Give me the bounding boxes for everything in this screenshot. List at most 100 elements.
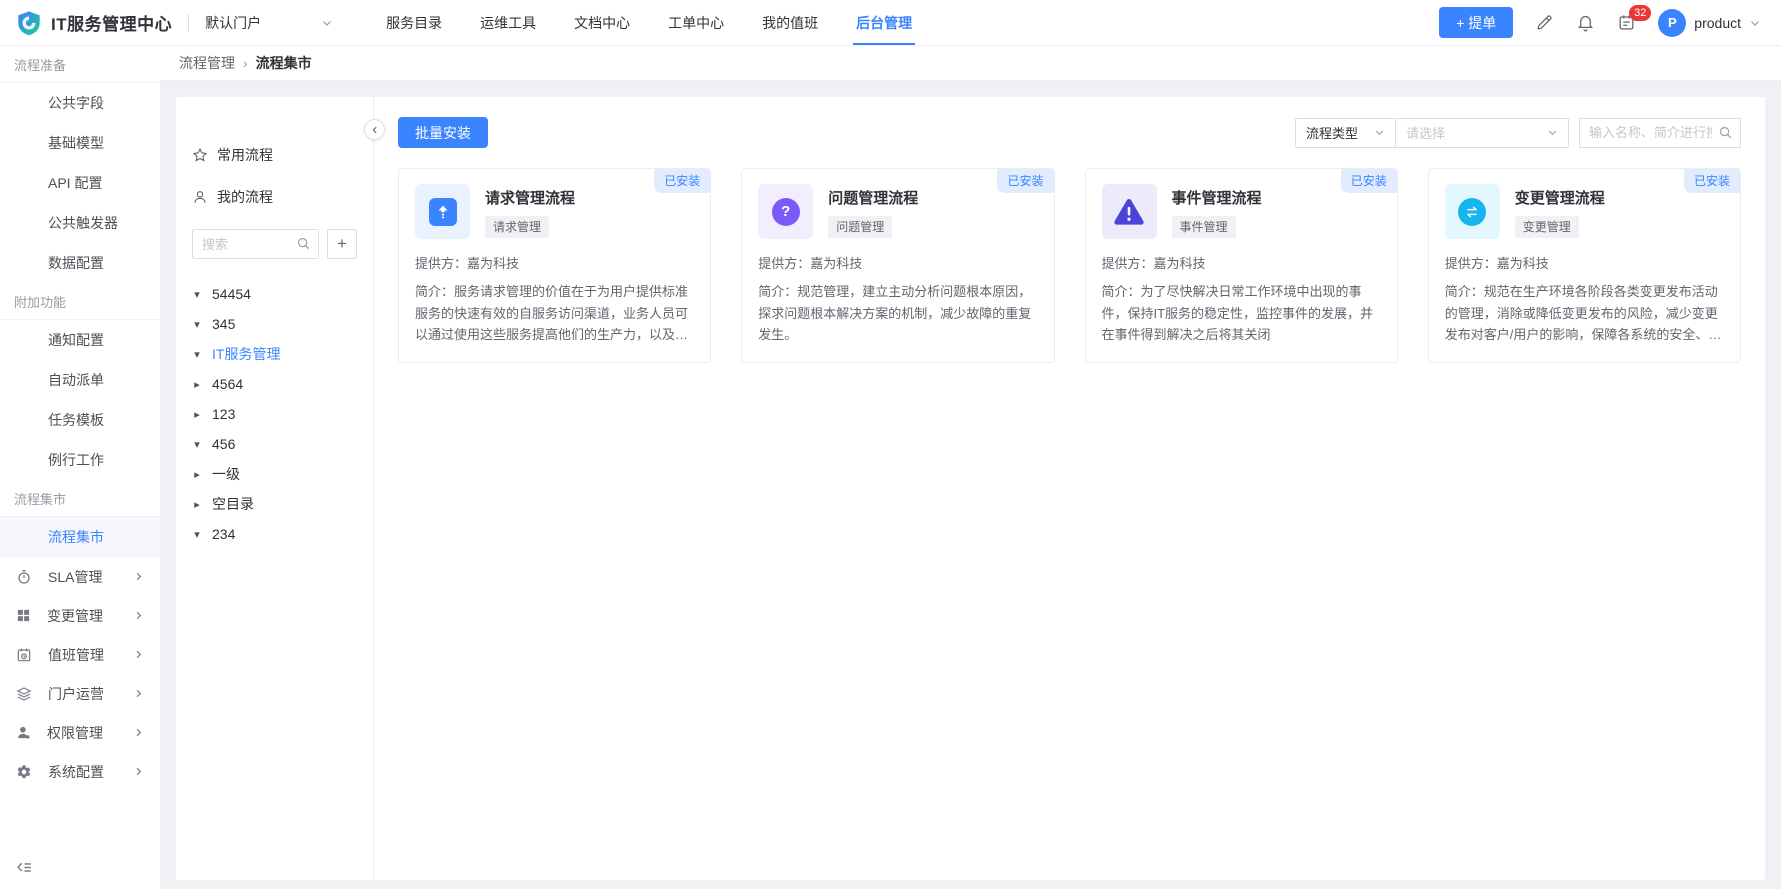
quick-link-label: 我的流程: [217, 187, 273, 207]
tree-node-123[interactable]: ▸123: [192, 399, 357, 429]
username: product: [1694, 15, 1741, 31]
card-tag: 请求管理: [485, 216, 549, 238]
sidebar-module-duty[interactable]: 值班管理: [0, 635, 160, 674]
upload-arrow-icon: [429, 198, 457, 226]
card-description: 简介：规范管理，建立主动分析问题根本原因，探求问题根本解决方案的机制，减少故障的…: [758, 281, 1037, 346]
card-change-management[interactable]: 已安装 变更管理流程 变更管理: [1428, 168, 1741, 363]
tree-node-empty-dir[interactable]: ▸空目录: [192, 489, 357, 519]
caret-down-icon[interactable]: ▾: [192, 528, 202, 541]
chevron-right-icon: [133, 571, 144, 582]
collapse-tree-pane-button[interactable]: [364, 119, 385, 140]
submit-ticket-button[interactable]: + 提单: [1439, 7, 1513, 38]
sidebar-item-data-config[interactable]: 数据配置: [0, 243, 160, 283]
caret-right-icon[interactable]: ▸: [192, 408, 202, 421]
process-type-filter[interactable]: 流程类型 请选择: [1295, 118, 1569, 148]
tree-node-54454[interactable]: ▾54454: [192, 279, 357, 309]
card-title: 事件管理流程: [1172, 187, 1262, 208]
filter-placeholder: 请选择: [1406, 123, 1445, 142]
sidebar-item-notify-config[interactable]: 通知配置: [0, 320, 160, 360]
sidebar-item-base-model[interactable]: 基础模型: [0, 123, 160, 163]
search-icon: [296, 236, 311, 251]
todo-calendar-icon[interactable]: 32: [1617, 13, 1636, 32]
tree-node-456[interactable]: ▾456: [192, 429, 357, 459]
user-icon: [192, 189, 208, 205]
card-problem-management[interactable]: 已安装 ? 问题管理流程 问题管理 提供方：嘉为科技: [741, 168, 1054, 363]
directory-tree: ▾54454 ▾345 ▾IT服务管理 ▸4564 ▸123 ▾456 ▸一级 …: [192, 279, 357, 549]
tree-node-234[interactable]: ▾234: [192, 519, 357, 549]
chevron-right-icon: [133, 688, 144, 699]
process-market-panel: 常用流程 我的流程 + ▾54454: [176, 97, 1765, 880]
card-icon-container: [415, 184, 470, 239]
nav-item-service-catalog[interactable]: 服务目录: [367, 0, 461, 45]
caret-right-icon[interactable]: ▸: [192, 468, 202, 481]
sidebar-item-public-fields[interactable]: 公共字段: [0, 83, 160, 123]
installed-badge: 已安装: [997, 169, 1053, 193]
tree-node-level-1[interactable]: ▸一级: [192, 459, 357, 489]
nav-item-ticket-center[interactable]: 工单中心: [649, 0, 743, 45]
sidebar-module-sla[interactable]: SLA管理: [0, 557, 160, 596]
left-sidebar: 流程准备 公共字段 基础模型 API 配置 公共触发器 数据配置 附加功能 通知…: [0, 46, 160, 889]
nav-item-ops-tools[interactable]: 运维工具: [461, 0, 555, 45]
tree-node-it-service-management[interactable]: ▾IT服务管理: [192, 339, 357, 369]
card-request-management[interactable]: 已安装 请求管理流程 请求管理: [398, 168, 711, 363]
add-directory-button[interactable]: +: [327, 229, 357, 259]
module-label: 门户运营: [48, 684, 117, 704]
warning-triangle-icon: [1113, 197, 1145, 226]
card-description: 简介：为了尽快解决日常工作环境中出现的事件，保持IT服务的稳定性，监控事件的发展…: [1102, 281, 1381, 346]
sidebar-module-portal-ops[interactable]: 门户运营: [0, 674, 160, 713]
caret-right-icon[interactable]: ▸: [192, 378, 202, 391]
brand: IT服务管理中心: [16, 10, 172, 36]
filter-label: 流程类型: [1306, 123, 1358, 142]
chevron-right-icon: [133, 766, 144, 777]
process-search: [1579, 118, 1741, 148]
sidebar-item-task-template[interactable]: 任务模板: [0, 400, 160, 440]
process-card-grid: 已安装 请求管理流程 请求管理: [398, 168, 1741, 363]
sidebar-item-auto-dispatch[interactable]: 自动派单: [0, 360, 160, 400]
sidebar-module-system-config[interactable]: 系统配置: [0, 752, 160, 791]
nav-item-my-duty[interactable]: 我的值班: [743, 0, 837, 45]
caret-right-icon[interactable]: ▸: [192, 498, 202, 511]
bell-icon[interactable]: [1576, 13, 1595, 32]
sidebar-item-api-config[interactable]: API 配置: [0, 163, 160, 203]
tree-node-345[interactable]: ▾345: [192, 309, 357, 339]
sidebar-item-process-market[interactable]: 流程集市: [0, 517, 160, 557]
sidebar-item-routine-work[interactable]: 例行工作: [0, 440, 160, 480]
main-pane: 批量安装 流程类型 请选择: [374, 97, 1765, 880]
card-icon-container: [1102, 184, 1157, 239]
batch-install-button[interactable]: 批量安装: [398, 117, 488, 148]
caret-down-icon[interactable]: ▾: [192, 288, 202, 301]
top-nav: 服务目录 运维工具 文档中心 工单中心 我的值班 后台管理: [367, 0, 931, 45]
portal-select[interactable]: 默认门户: [205, 13, 333, 33]
app-title: IT服务管理中心: [51, 10, 172, 35]
card-icon-container: [1445, 184, 1500, 239]
breadcrumb-process-market: 流程集市: [256, 53, 312, 73]
card-incident-management[interactable]: 已安装 事件管理流程 事件管理: [1085, 168, 1398, 363]
sidebar-collapse-button[interactable]: [0, 848, 160, 889]
breadcrumb-process-management[interactable]: 流程管理: [179, 53, 235, 73]
topbar-right: + 提单 32 P product: [1439, 7, 1761, 38]
caret-down-icon[interactable]: ▾: [192, 348, 202, 361]
edit-pencil-icon[interactable]: [1535, 13, 1554, 32]
common-processes-link[interactable]: 常用流程: [192, 145, 357, 165]
module-label: 系统配置: [48, 762, 117, 782]
sidebar-module-change[interactable]: 变更管理: [0, 596, 160, 635]
collapse-sidebar-icon: [16, 860, 33, 875]
sidebar-module-permission[interactable]: 权限管理: [0, 713, 160, 752]
calendar-clock-icon: [16, 647, 32, 663]
nav-item-admin[interactable]: 后台管理: [837, 0, 931, 45]
my-processes-link[interactable]: 我的流程: [192, 187, 357, 207]
nav-item-doc-center[interactable]: 文档中心: [555, 0, 649, 45]
process-search-input[interactable]: [1579, 118, 1741, 148]
question-mark-icon: ?: [772, 198, 800, 226]
user-menu[interactable]: P product: [1658, 9, 1761, 37]
module-label: 变更管理: [47, 606, 117, 626]
card-title: 变更管理流程: [1515, 187, 1605, 208]
chevron-down-icon: [1547, 127, 1558, 138]
caret-down-icon[interactable]: ▾: [192, 438, 202, 451]
sidebar-item-public-trigger[interactable]: 公共触发器: [0, 203, 160, 243]
tree-node-4564[interactable]: ▸4564: [192, 369, 357, 399]
module-label: 权限管理: [47, 723, 117, 743]
caret-down-icon[interactable]: ▾: [192, 318, 202, 331]
card-title: 请求管理流程: [485, 187, 575, 208]
user-icon: [16, 725, 31, 740]
